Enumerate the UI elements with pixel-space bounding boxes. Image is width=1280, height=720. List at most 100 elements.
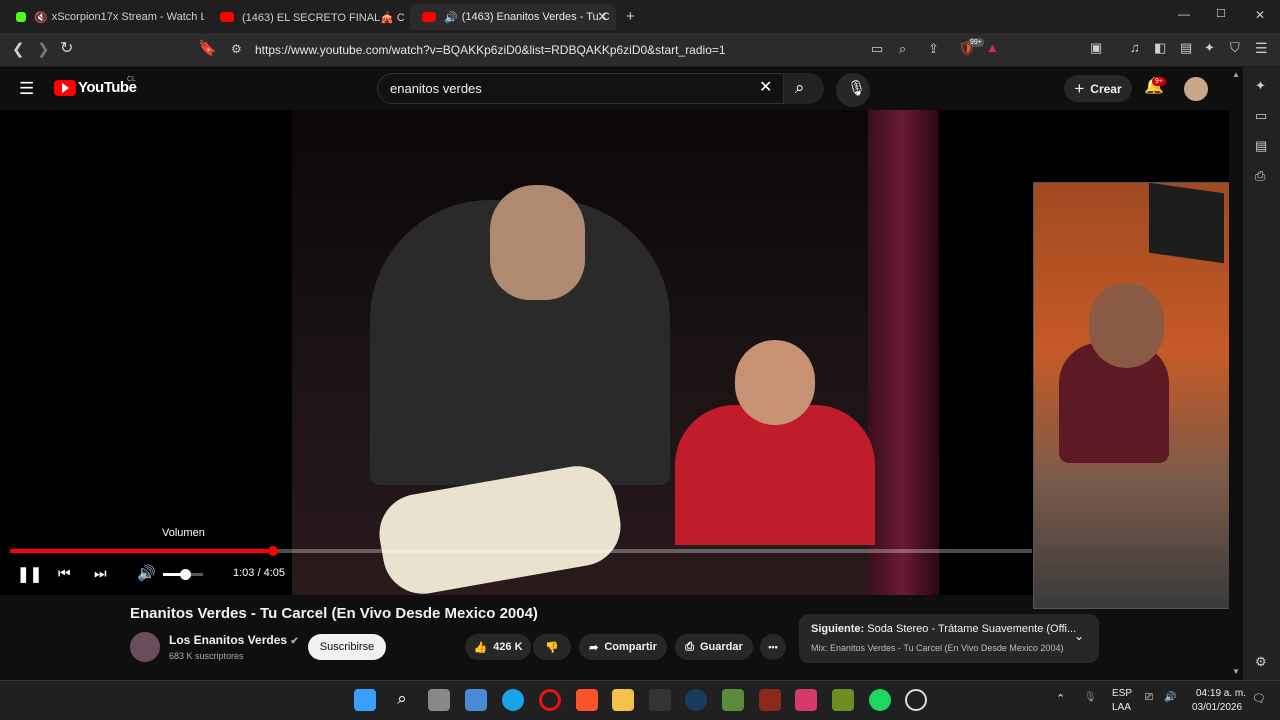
tab-enanitos-verdes[interactable]: 🔊 (1463) Enanitos Verdes - Tu C ✕ — [410, 4, 616, 30]
page-scrollbar[interactable]: ▲ ▼ — [1229, 67, 1243, 680]
url-field[interactable]: ⚙ https://www.youtube.com/watch?v=BQAKKp… — [223, 36, 1013, 64]
scroll-up-icon[interactable]: ▲ — [1232, 70, 1240, 79]
speaker-icon[interactable]: 🔊 — [444, 11, 458, 24]
subscriber-count: 683 K suscriptores — [169, 651, 244, 661]
ai-side-icon[interactable]: ✦ — [1255, 79, 1266, 92]
vpn-icon[interactable]: ⛉ — [1230, 41, 1240, 54]
up-next-card[interactable]: Siguiente: Soda Stereo - Trátame Suaveme… — [799, 614, 1099, 663]
share-arrow-icon: ➦ — [589, 641, 599, 654]
edge-icon[interactable] — [502, 689, 524, 711]
store-icon[interactable] — [465, 689, 487, 711]
search-icon: ⌕ — [795, 78, 805, 97]
more-actions-button[interactable]: ••• — [760, 634, 786, 660]
tray-chevron-up-icon[interactable]: ⌃ — [1056, 692, 1065, 705]
dislike-button[interactable]: 👎 — [533, 634, 571, 660]
speaker-tray-icon[interactable]: 🔊 — [1164, 692, 1176, 703]
app-icon[interactable] — [905, 689, 927, 711]
tab-secreto-final[interactable]: (1463) EL SECRETO FINAL🎪 Capitulo — [208, 4, 404, 30]
close-window-button[interactable]: ✕ — [1255, 9, 1265, 21]
language-bottom[interactable]: LAA — [1112, 702, 1131, 713]
tray-mic-icon[interactable]: 🎙 — [1084, 692, 1097, 703]
music-icon[interactable]: ♫ — [1130, 41, 1140, 54]
minimize-button[interactable]: — — [1178, 8, 1190, 20]
share-label: Compartir — [604, 641, 657, 653]
game-icon[interactable] — [759, 689, 781, 711]
save-button[interactable]: ⎙ Guardar — [675, 634, 753, 660]
previous-button[interactable]: ⏮ — [58, 565, 71, 582]
windows-start-icon[interactable] — [354, 689, 376, 711]
search-button[interactable]: ⌕ — [784, 73, 824, 104]
bookmarks-side-icon[interactable]: ⎙ — [1255, 169, 1265, 182]
search-input[interactable]: enanitos verdes ✕ — [377, 73, 784, 104]
thumbs-down-icon: 👎 — [545, 641, 559, 654]
youtube-favicon-icon — [220, 12, 234, 22]
progress-scrubber[interactable] — [268, 546, 278, 556]
share-icon[interactable]: ⇪ — [928, 42, 939, 55]
epic-games-icon[interactable] — [649, 689, 671, 711]
new-tab-button[interactable]: + — [626, 9, 635, 24]
volume-knob[interactable] — [180, 569, 191, 580]
reload-icon[interactable]: ↻ — [60, 41, 73, 57]
tab-label: (1463) EL SECRETO FINAL🎪 Capitulo — [242, 11, 404, 24]
channel-avatar[interactable] — [130, 632, 160, 662]
subscribe-button[interactable]: Suscribirse — [308, 634, 386, 660]
voice-search-button[interactable]: 🎙 — [836, 73, 870, 107]
scroll-down-icon[interactable]: ▼ — [1232, 667, 1240, 676]
clock-date[interactable]: 03/01/2026 — [1192, 702, 1242, 713]
clear-search-icon[interactable]: ✕ — [759, 80, 772, 96]
like-count: 426 K — [493, 641, 523, 653]
thumbs-up-icon: 👍 — [473, 641, 488, 654]
mute-icon[interactable]: 🔇 — [34, 11, 48, 24]
opera-icon[interactable] — [539, 689, 561, 711]
close-tab-icon[interactable]: ✕ — [597, 9, 608, 25]
chevron-down-icon[interactable]: ⌄ — [1074, 630, 1084, 642]
steam-icon[interactable] — [685, 689, 707, 711]
zoom-icon[interactable]: ⌕ — [899, 42, 906, 55]
leo-icon[interactable]: ▣ — [1090, 41, 1102, 54]
language-top[interactable]: ESP — [1112, 688, 1132, 699]
launcher-icon[interactable] — [832, 689, 854, 711]
up-next-title: Soda Stereo - Trátame Suavemente (Offi..… — [867, 623, 1077, 635]
task-view-icon[interactable] — [428, 689, 450, 711]
brave-rewards-icon[interactable]: ▲ — [986, 41, 999, 54]
create-button[interactable]: + Crear — [1064, 75, 1132, 102]
next-button[interactable]: ⏭ — [94, 565, 107, 582]
back-icon[interactable]: ❮ — [12, 42, 25, 57]
forza-icon[interactable] — [795, 689, 817, 711]
brave-icon[interactable] — [576, 689, 598, 711]
search-taskbar-icon[interactable]: ⌕ — [391, 689, 413, 711]
tab-label: (1463) Enanitos Verdes - Tu C — [461, 11, 610, 23]
webcam-person-head — [1089, 283, 1164, 368]
network-icon[interactable]: ⎚ — [1145, 692, 1153, 703]
clock-time[interactable]: 04:19 a. m. — [1196, 688, 1246, 699]
minecraft-icon[interactable] — [722, 689, 744, 711]
notification-center-icon[interactable]: 🗨 — [1252, 692, 1266, 705]
plus-icon: + — [1074, 78, 1085, 98]
spotify-icon[interactable] — [869, 689, 891, 711]
tab-kick-stream[interactable]: 🔇 xScorpion17x Stream - Watch Liv — [4, 4, 204, 30]
create-label: Crear — [1090, 81, 1122, 96]
wallet-side-icon[interactable]: ▤ — [1255, 139, 1267, 152]
reading-list-icon[interactable]: ▭ — [1255, 109, 1267, 122]
pause-button[interactable]: ❚❚ — [17, 565, 42, 583]
ai-icon[interactable]: ✦ — [1204, 41, 1215, 54]
channel-name[interactable]: Los Enanitos Verdes ✔ — [169, 633, 299, 647]
bookmark-icon[interactable]: 🔖 — [198, 41, 217, 56]
shields-badge: 99+ — [968, 38, 984, 47]
forward-icon[interactable]: ❯ — [37, 42, 50, 57]
sidebar-toggle-icon[interactable]: ◧ — [1154, 41, 1166, 54]
youtube-logo-icon[interactable] — [54, 80, 76, 96]
hamburger-icon[interactable]: ☰ — [19, 80, 34, 97]
site-settings-icon[interactable]: ⚙ — [231, 43, 242, 55]
menu-icon[interactable]: ☰ — [1255, 41, 1268, 55]
file-explorer-icon[interactable] — [612, 689, 634, 711]
time-display: 1:03 / 4:05 — [233, 567, 285, 579]
share-button[interactable]: ➦ Compartir — [579, 634, 667, 660]
settings-gear-icon[interactable]: ⚙ — [1255, 655, 1267, 668]
account-avatar[interactable] — [1184, 77, 1208, 101]
wallet-icon[interactable]: ▤ — [1180, 41, 1192, 54]
volume-icon[interactable]: 🔊 — [137, 564, 156, 582]
maximize-button[interactable]: ☐ — [1216, 9, 1226, 20]
cast-icon[interactable]: ▭ — [871, 42, 883, 55]
like-button[interactable]: 👍 426 K — [465, 634, 531, 660]
